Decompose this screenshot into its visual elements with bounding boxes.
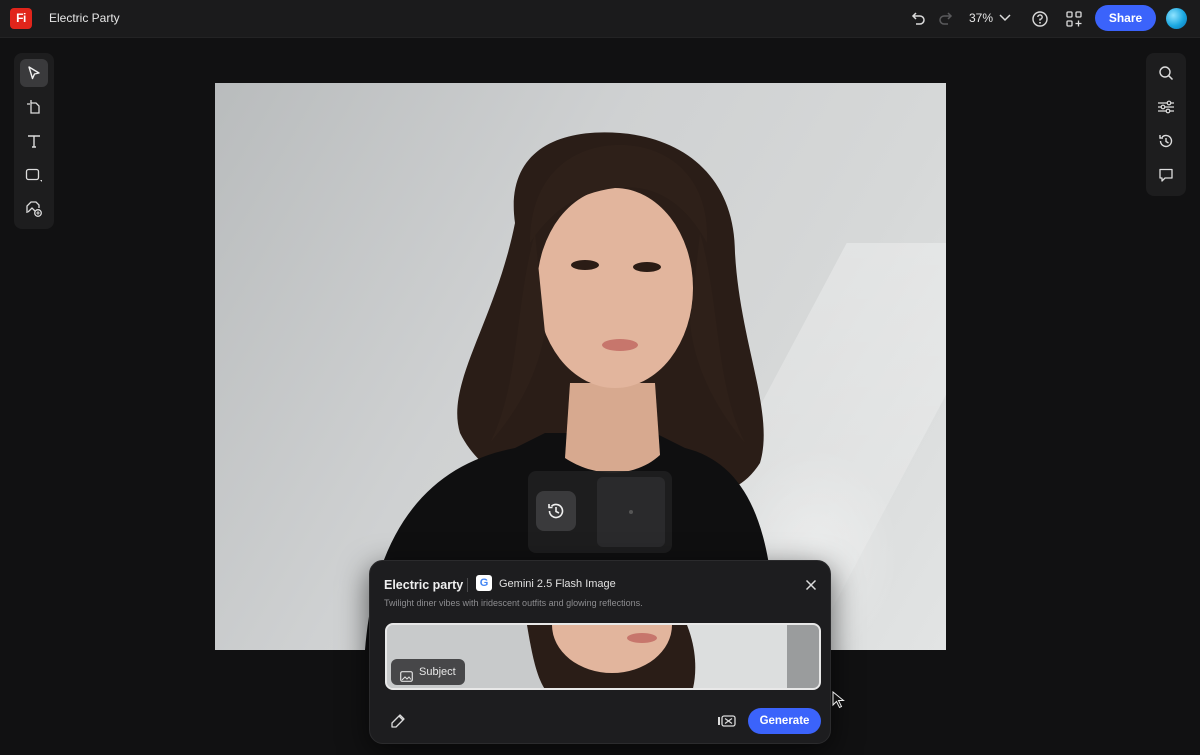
left-toolbar (14, 53, 54, 229)
panel-title: Electric party (384, 578, 464, 592)
select-tool-icon[interactable] (20, 59, 48, 87)
undo-icon[interactable] (906, 7, 930, 31)
eyedropper-icon[interactable] (389, 712, 407, 730)
zoom-value: 37% (969, 11, 994, 25)
google-logo-icon: G (476, 575, 492, 591)
version-history-icon[interactable] (1152, 127, 1180, 155)
help-icon[interactable] (1028, 7, 1052, 31)
reference-image[interactable]: Subject (385, 623, 821, 690)
apps-icon[interactable] (1062, 7, 1086, 31)
history-thumbnail[interactable] (597, 477, 665, 547)
chevron-down-icon (999, 11, 1011, 25)
history-popover (528, 471, 672, 553)
subject-chip-label: Subject (419, 666, 456, 678)
app-logo[interactable]: Fi (10, 8, 32, 29)
shape-tool-icon[interactable] (20, 161, 48, 189)
reference-toggle-icon[interactable] (717, 712, 737, 730)
right-toolbar (1146, 53, 1186, 196)
redo-icon[interactable] (934, 7, 958, 31)
avatar[interactable] (1166, 8, 1187, 29)
text-tool-icon[interactable] (20, 127, 48, 155)
comment-icon[interactable] (1152, 161, 1180, 189)
thumbnail-dot (629, 510, 633, 514)
prompt-description[interactable]: Twilight diner vibes with iridescent out… (384, 598, 643, 608)
close-icon[interactable] (802, 576, 820, 594)
generate-button[interactable]: Generate (748, 708, 821, 734)
zoom-control[interactable]: 37% (969, 11, 1011, 25)
subject-chip[interactable]: Subject (391, 659, 465, 685)
document-title[interactable]: Electric Party (49, 11, 120, 25)
generate-panel: Electric party G Gemini 2.5 Flash Image … (369, 560, 831, 744)
artboard-tool-icon[interactable] (20, 93, 48, 121)
image-icon (400, 666, 413, 688)
history-icon[interactable] (536, 491, 576, 531)
generate-image-tool-icon[interactable] (20, 195, 48, 223)
share-button[interactable]: Share (1095, 5, 1156, 31)
adjustments-icon[interactable] (1152, 93, 1180, 121)
mouse-cursor-icon (832, 690, 846, 714)
model-selector[interactable]: Gemini 2.5 Flash Image (499, 578, 616, 590)
search-icon[interactable] (1152, 59, 1180, 87)
title-divider (467, 578, 468, 592)
top-bar: Fi Electric Party 37% Share (0, 0, 1200, 38)
